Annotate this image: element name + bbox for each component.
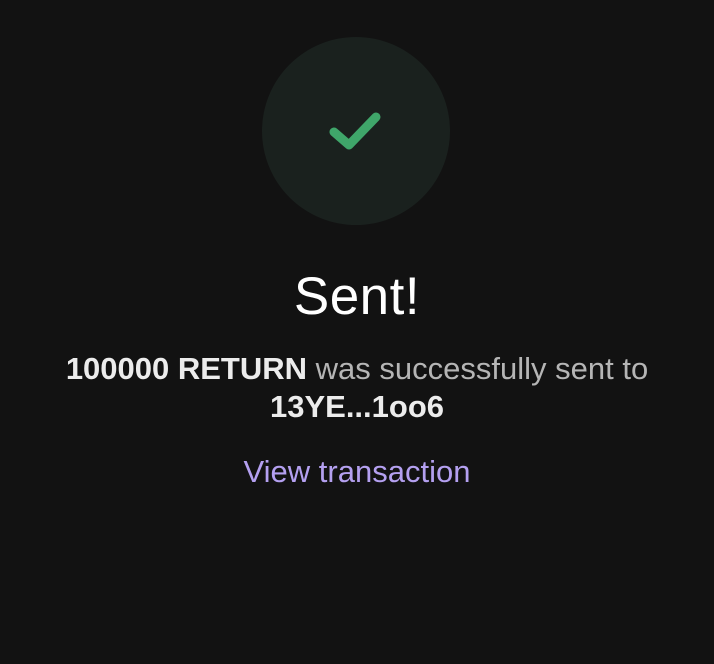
view-transaction-link-row: View transaction	[0, 452, 714, 492]
page-title: Sent!	[293, 267, 421, 326]
success-badge	[262, 37, 450, 225]
message-text: was successfully sent to	[315, 351, 649, 386]
sent-amount: 100000 RETURN	[65, 351, 308, 386]
checkmark-icon	[329, 112, 381, 150]
recipient-address: 13YE...1oo6	[269, 389, 445, 424]
send-success-screen: Sent! 100000 RETURN was successfully sen…	[0, 0, 714, 664]
view-transaction-link[interactable]: View transaction	[244, 454, 471, 489]
success-message: 100000 RETURN was successfully sent to 1…	[20, 350, 694, 426]
